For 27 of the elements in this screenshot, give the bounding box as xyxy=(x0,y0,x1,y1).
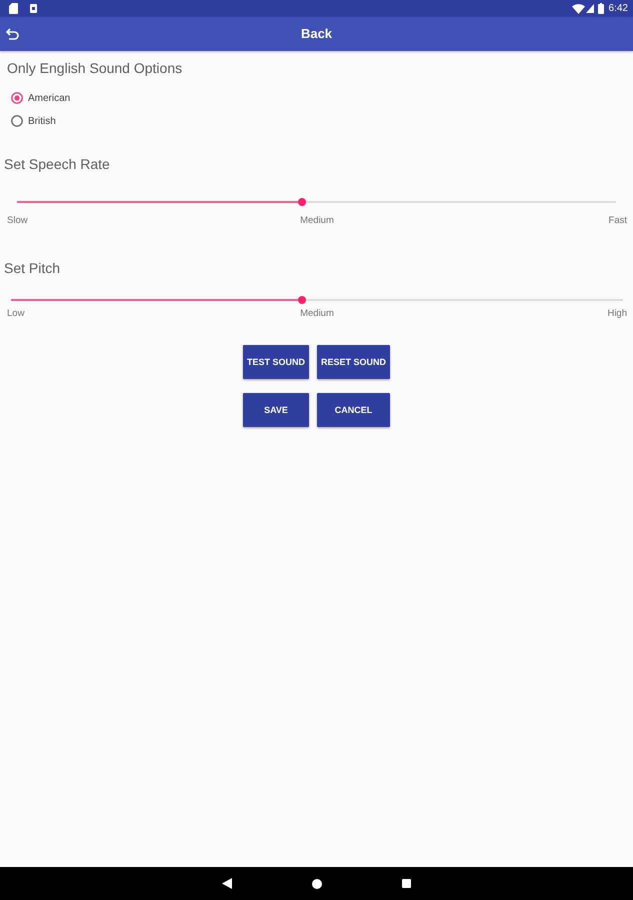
clock-time: 6:42 xyxy=(608,2,628,14)
section-heading: Only English Sound Options xyxy=(7,59,184,77)
return-arrow-icon[interactable] xyxy=(6,28,19,40)
app-bar-title: Back xyxy=(300,26,332,42)
signal-icon xyxy=(586,4,594,13)
slider-thumb[interactable] xyxy=(298,198,306,206)
radio-option[interactable]: American xyxy=(11,86,70,110)
sd-card-icon xyxy=(9,3,18,14)
slider-label: High xyxy=(607,308,627,320)
radio-option[interactable]: British xyxy=(11,110,56,132)
section-heading: Set Pitch xyxy=(4,259,62,277)
action-button[interactable]: TEST SOUND xyxy=(242,345,309,379)
action-button[interactable]: SAVE xyxy=(242,393,309,427)
home-circle-icon[interactable] xyxy=(312,878,322,888)
slider-label: Medium xyxy=(300,215,334,227)
wifi-icon xyxy=(572,4,585,14)
action-button[interactable]: RESET SOUND xyxy=(317,345,390,379)
back-triangle-icon[interactable] xyxy=(222,878,232,889)
slider-label: Low xyxy=(7,308,24,320)
slider-label: Fast xyxy=(608,215,627,227)
battery-icon xyxy=(598,3,604,14)
slider-thumb[interactable] xyxy=(298,296,306,304)
tile-icon xyxy=(30,4,37,13)
slider-label: Slow xyxy=(7,215,28,227)
action-button[interactable]: CANCEL xyxy=(317,393,390,427)
section-heading: Set Speech Rate xyxy=(4,155,111,173)
slider-label: Medium xyxy=(300,308,334,320)
